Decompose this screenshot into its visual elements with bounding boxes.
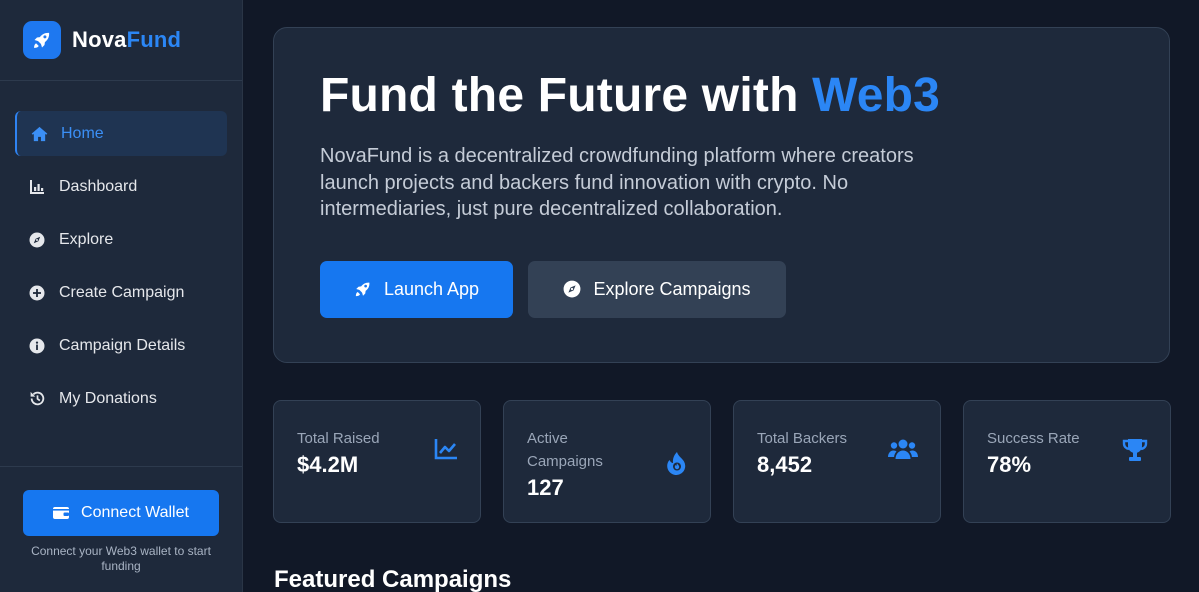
chart-bar-icon	[28, 178, 46, 196]
compass-icon	[28, 231, 46, 249]
hero-actions: Launch App Explore Campaigns	[320, 260, 1169, 318]
connect-wallet-note: Connect your Web3 wallet to start fundin…	[31, 544, 211, 573]
connect-wallet-label: Connect Wallet	[81, 504, 189, 521]
home-icon	[30, 125, 48, 143]
stat-label: Total Raised	[297, 430, 380, 447]
hero-title: Fund the Future with Web3	[320, 69, 941, 122]
launch-app-button[interactable]: Launch App	[320, 260, 513, 318]
sidebar-item-label: Campaign Details	[59, 336, 186, 354]
stats-row: Total Raised $4.2M Active Campaigns 127 …	[273, 400, 1171, 523]
users-icon	[888, 438, 918, 460]
trophy-icon	[1122, 438, 1148, 462]
sidebar-item-label: Home	[61, 124, 104, 142]
info-circle-icon	[28, 337, 46, 355]
stat-label: Total Backers	[757, 430, 848, 447]
connect-wallet-button[interactable]: Connect Wallet	[23, 490, 219, 536]
sidebar-item-create-campaign[interactable]: Create Campaign	[15, 270, 227, 315]
stat-card-active-campaigns: Active Campaigns 127	[503, 400, 711, 523]
featured-campaigns-heading: Featured Campaigns	[274, 566, 512, 592]
plus-circle-icon	[28, 284, 46, 302]
hero-description: NovaFund is a decentralized crowdfunding…	[320, 145, 914, 220]
sidebar-footer: Connect Wallet Connect your Web3 wallet …	[0, 466, 242, 592]
sidebar-item-home[interactable]: Home	[15, 111, 227, 156]
stat-card-total-raised: Total Raised $4.2M	[273, 400, 481, 523]
sidebar-nav: Home Dashboard Explore Create Campaign C…	[0, 81, 242, 421]
sidebar-item-dashboard[interactable]: Dashboard	[15, 164, 227, 209]
hero-card: Fund the Future with Web3 NovaFund is a …	[273, 27, 1170, 363]
sidebar-item-label: Create Campaign	[59, 283, 185, 301]
brand[interactable]: NovaFund	[0, 0, 242, 81]
chart-line-icon	[434, 438, 458, 460]
rocket-logo-icon	[23, 21, 61, 59]
history-icon	[28, 390, 46, 408]
stat-label: Active Campaigns	[527, 430, 603, 470]
sidebar-item-label: Explore	[59, 230, 114, 248]
wallet-icon	[53, 506, 70, 520]
sidebar-item-label: My Donations	[59, 389, 157, 407]
sidebar-item-my-donations[interactable]: My Donations	[15, 376, 227, 421]
sidebar: NovaFund Home Dashboard Explore Create C…	[0, 0, 243, 592]
stat-label: Success Rate	[987, 430, 1080, 447]
fire-icon	[666, 451, 688, 475]
compass-icon	[563, 280, 581, 298]
sidebar-item-campaign-details[interactable]: Campaign Details	[15, 323, 227, 368]
explore-campaigns-button[interactable]: Explore Campaigns	[528, 260, 786, 318]
stat-card-total-backers: Total Backers 8,452	[733, 400, 941, 523]
stat-card-success-rate: Success Rate 78%	[963, 400, 1171, 523]
explore-campaigns-label: Explore Campaigns	[593, 278, 751, 299]
rocket-icon	[354, 280, 372, 298]
brand-name: NovaFund	[72, 27, 182, 52]
sidebar-item-label: Dashboard	[59, 177, 138, 195]
launch-app-label: Launch App	[383, 278, 480, 299]
sidebar-item-explore[interactable]: Explore	[15, 217, 227, 262]
stat-value: 127	[527, 475, 564, 500]
